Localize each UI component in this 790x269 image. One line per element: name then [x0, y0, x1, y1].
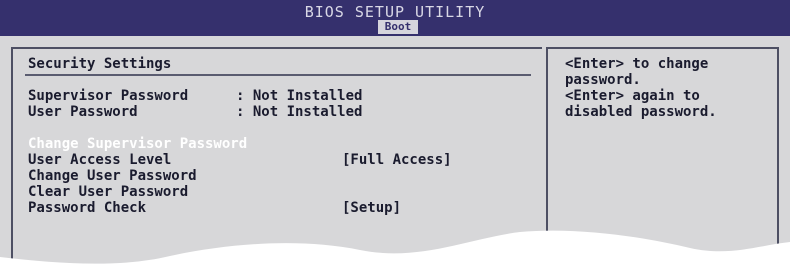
change-supervisor-password-item[interactable]: Change Supervisor Password	[28, 136, 247, 152]
supervisor-password-label: Supervisor Password	[28, 88, 189, 104]
help-line: password.	[565, 72, 641, 88]
help-text: <Enter> to change password. <Enter> agai…	[565, 56, 717, 120]
change-user-password-item[interactable]: Change User Password	[28, 168, 197, 184]
user-password-status: : Not Installed	[236, 104, 363, 120]
help-line: <Enter> again to	[565, 88, 700, 104]
password-check-value[interactable]: [Setup]	[342, 200, 401, 216]
section-title-divider	[25, 74, 531, 76]
help-line: <Enter> to change	[565, 56, 709, 72]
cursor-mark	[566, 240, 572, 243]
user-password-label: User Password	[28, 104, 138, 120]
bios-header: BIOS SETUP UTILITY Boot	[0, 0, 790, 36]
bios-title: BIOS SETUP UTILITY	[304, 3, 486, 21]
bios-screen: BIOS SETUP UTILITY Boot Security Setting…	[0, 0, 790, 269]
tab-boot[interactable]: Boot	[378, 20, 418, 34]
supervisor-password-status: : Not Installed	[236, 88, 363, 104]
section-title: Security Settings	[28, 56, 172, 72]
password-check-item[interactable]: Password Check	[28, 200, 146, 216]
help-line: disabled password.	[565, 104, 717, 120]
clear-user-password-item[interactable]: Clear User Password	[28, 184, 188, 200]
user-access-level-item[interactable]: User Access Level	[28, 152, 171, 168]
user-access-level-value[interactable]: [Full Access]	[342, 152, 452, 168]
